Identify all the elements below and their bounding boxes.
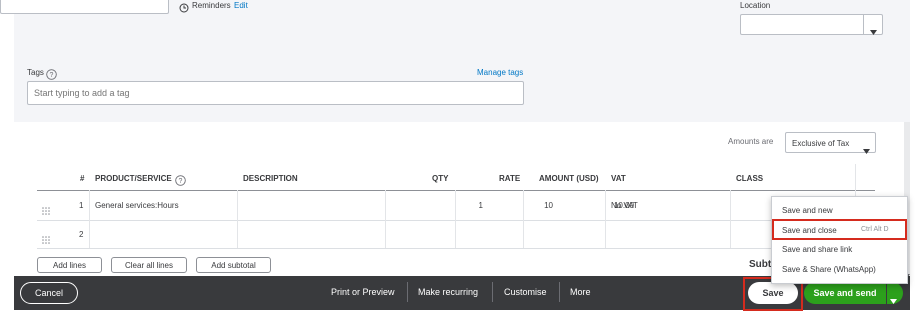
svg-text:?: ? [179, 178, 183, 185]
menu-item-label: Save and share link [782, 245, 853, 254]
cancel-button[interactable]: Cancel [20, 282, 78, 304]
col-header-product: PRODUCT/SERVICE [95, 174, 172, 183]
table-row[interactable]: 2 [37, 221, 875, 248]
col-header-class: CLASS [736, 174, 764, 183]
add-lines-button[interactable]: Add lines [37, 257, 102, 273]
row-product[interactable]: General services:Hours [95, 201, 179, 210]
make-recurring-link[interactable]: Make recurring [418, 287, 478, 297]
menu-item-label: Save & Share (WhatsApp) [782, 265, 876, 274]
menu-item-shortcut: Ctrl Alt D [861, 226, 889, 233]
menu-item-save-and-share-link[interactable]: Save and share link [772, 241, 907, 259]
menu-item-save-and-close[interactable]: Save and close Ctrl Alt D [772, 219, 907, 240]
caret-down-icon [890, 291, 897, 309]
row-qty[interactable]: 1 [479, 201, 483, 210]
print-or-preview-link[interactable]: Print or Preview [331, 287, 395, 297]
subtotal-label: Subt [749, 259, 772, 270]
save-label: Save [762, 288, 784, 298]
help-icon[interactable]: ? [175, 173, 186, 191]
row-rate[interactable]: 10 [544, 201, 553, 210]
menu-item-label: Save and close [782, 226, 837, 235]
customise-link[interactable]: Customise [504, 287, 547, 297]
cancel-label: Cancel [34, 288, 63, 298]
row-num: 1 [79, 201, 84, 210]
col-header-qty: QTY [432, 174, 449, 183]
save-options-menu: Save and new Save and close Ctrl Alt D S… [771, 196, 908, 284]
menu-item-label: Save and new [782, 206, 833, 215]
col-header-rate: RATE [499, 174, 521, 183]
menu-item-save-and-new[interactable]: Save and new [772, 201, 907, 219]
col-header-num: # [80, 174, 85, 183]
save-and-send-button[interactable]: Save and send [804, 282, 886, 304]
add-subtotal-button[interactable]: Add subtotal [196, 257, 271, 273]
table-row[interactable]: 1 General services:Hours 1 10 10.00 No V… [37, 191, 875, 220]
drag-handle-icon[interactable] [42, 231, 50, 249]
col-header-amount: AMOUNT (USD) [539, 174, 599, 183]
row-num: 2 [79, 230, 84, 239]
row-vat[interactable]: No VAT [611, 201, 638, 210]
more-link[interactable]: More [570, 287, 591, 297]
menu-item-save-and-share-whatsapp[interactable]: Save & Share (WhatsApp) [772, 261, 907, 279]
save-button[interactable]: Save [748, 282, 798, 304]
drag-handle-icon[interactable] [42, 202, 50, 220]
save-and-send-label: Save and send [813, 288, 877, 298]
col-header-vat: VAT [611, 174, 626, 183]
clear-all-lines-button[interactable]: Clear all lines [111, 257, 187, 273]
col-header-description: DESCRIPTION [243, 174, 298, 183]
